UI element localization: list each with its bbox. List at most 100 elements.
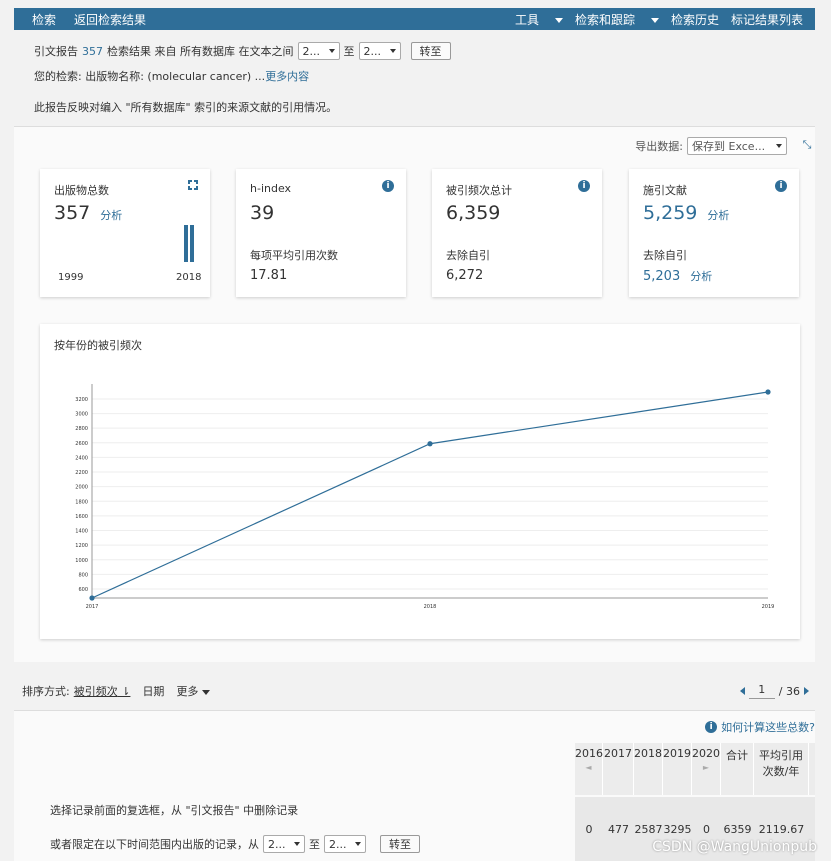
range-note: 或者限定在以下时间范围内出版的记录，从 2... 至 2... 转至 <box>50 835 420 853</box>
year-from-value: 2... <box>302 44 321 58</box>
y-tick-label: 1200 <box>75 543 88 549</box>
pager: 1 / 36 <box>739 683 809 699</box>
card-sub-label: 去除自引 <box>643 249 687 262</box>
card-citing-articles: 施引文献 i 5,259 分析 去除自引 5,203 分析 <box>629 169 799 297</box>
y-tick-label: 1000 <box>75 558 88 564</box>
nav-tools-label: 工具 <box>514 12 539 27</box>
range-to-value: 2... <box>329 837 347 851</box>
y-tick-label: 600 <box>78 587 88 593</box>
y-tick-label: 1800 <box>75 499 88 505</box>
cited-no-self-value: 6,272 <box>446 268 484 283</box>
citing-no-self-value[interactable]: 5,203 <box>643 269 680 284</box>
citations-line-chart: 600 800 1000 1200 1400 1600 1800 2000 2200 2400 26… <box>75 384 775 610</box>
range-go-button[interactable]: 转至 <box>380 835 420 853</box>
year-from-select[interactable]: 2... <box>297 42 340 60</box>
chevron-down-icon <box>202 689 211 695</box>
table-cell: 2119.67 <box>758 822 805 836</box>
report-prefix: 引文报告 <box>34 45 78 58</box>
info-icon[interactable]: i <box>578 180 590 192</box>
citing-value[interactable]: 5,259 <box>643 202 697 224</box>
nav-tools-menu[interactable]: 工具 <box>515 11 563 28</box>
nav-search-track-menu[interactable]: 检索和跟踪 <box>575 11 659 28</box>
table-header: 2016 ◄ 2017 2018 2019 2020 ► 合计 平均引用次数/年 <box>575 743 815 795</box>
report-header: 引文报告 357 检索结果 来自 所有数据库 在文本之间 2... 至 2...… <box>14 30 815 126</box>
export-control: 导出数据: 保存到 Exce... <box>635 137 791 155</box>
chevron-down-icon <box>294 842 300 846</box>
nav-back-link[interactable]: 返回检索结果 <box>74 11 146 28</box>
next-year-icon[interactable]: ► <box>703 763 709 772</box>
page-input[interactable]: 1 <box>748 683 775 699</box>
table-cell: 477 <box>608 822 629 836</box>
sort-by-date[interactable]: 日期 <box>142 683 164 699</box>
expand-icon[interactable] <box>187 179 201 193</box>
card-title: 被引频次总计 <box>446 184 512 197</box>
data-point <box>765 389 771 395</box>
nav-marked-link[interactable]: 标记结果列表 <box>731 11 803 28</box>
y-tick-label: 3200 <box>75 397 88 403</box>
year-col-2020: 2020 ► <box>692 743 721 795</box>
sort-by-cited[interactable]: 被引频次 ⇂ <box>74 683 131 699</box>
report-summary-line: 引文报告 357 检索结果 来自 所有数据库 在文本之间 2... 至 2...… <box>34 42 451 60</box>
nav-search-track-label: 检索和跟踪 <box>574 12 635 27</box>
analyze-link[interactable]: 分析 <box>707 209 729 222</box>
year-header: 2019 <box>663 743 692 795</box>
analyze-link[interactable]: 分析 <box>100 209 122 222</box>
times-cited-value: 6,359 <box>446 202 501 224</box>
x-tick-label: 2018 <box>424 604 437 610</box>
nav-search-link[interactable]: 检索 <box>32 11 56 28</box>
y-tick-label: 1600 <box>75 514 88 520</box>
sort-more-label: 更多 <box>176 685 199 698</box>
x-tick-label: 2017 <box>86 604 99 610</box>
y-tick-label: 800 <box>78 572 88 578</box>
year-to-value: 2... <box>363 44 382 58</box>
data-point <box>427 441 433 447</box>
hindex-value: 39 <box>250 202 275 224</box>
report-mid-text: 检索结果 来自 所有数据库 在文本之间 <box>107 45 294 58</box>
mini-bar-chart <box>184 225 194 262</box>
range-to-select[interactable]: 2... <box>324 835 366 853</box>
watermark: CSDN @WangUnionpub <box>652 839 817 855</box>
chart-title: 按年份的被引频次 <box>54 339 142 352</box>
range-from-select[interactable]: 2... <box>263 835 305 853</box>
query-line: 您的检索: 出版物名称: (molecular cancer) ...更多内容 <box>34 68 309 84</box>
result-count: 357 <box>82 44 103 58</box>
prev-year-icon[interactable]: ◄ <box>585 763 591 772</box>
go-button[interactable]: 转至 <box>410 42 451 60</box>
sort-more-menu[interactable]: 更多 <box>176 683 211 699</box>
chevron-down-icon <box>650 17 659 23</box>
report-note: 此报告反映对编入 "所有数据库" 索引的来源文献的引用情况。 <box>34 101 338 114</box>
year-to-select[interactable]: 2... <box>358 42 401 60</box>
export-select[interactable]: 保存到 Exce... <box>687 137 787 155</box>
total-header: 合计 <box>721 743 754 795</box>
year-header: 2020 <box>692 747 720 760</box>
export-value: 保存到 Exce... <box>692 140 766 153</box>
collapse-icon[interactable]: ⤡ <box>801 139 813 151</box>
card-sub-label: 去除自引 <box>446 249 490 262</box>
y-tick-label: 2200 <box>75 470 88 476</box>
avg-citations-value: 17.81 <box>250 268 288 283</box>
table-cell: 0 <box>703 822 710 836</box>
info-icon[interactable]: i <box>382 180 394 192</box>
year-end-label: 2018 <box>176 272 202 283</box>
report-content: 导出数据: 保存到 Exce... ⤡ 出版物总数 357 分析 1999 201… <box>14 126 815 662</box>
to-label: 至 <box>343 45 355 58</box>
analyze-link[interactable]: 分析 <box>690 270 712 283</box>
to-label: 至 <box>309 838 320 851</box>
y-tick-label: 2000 <box>75 485 88 491</box>
prev-page-icon[interactable] <box>739 687 745 695</box>
table-cell: 3295 <box>663 822 692 836</box>
x-tick-label: 2019 <box>762 604 775 610</box>
info-icon[interactable]: i <box>775 180 787 192</box>
avg-header: 平均引用次数/年 <box>754 743 809 795</box>
y-tick-label: 2600 <box>75 441 88 447</box>
more-content-link[interactable]: 更多内容 <box>265 70 309 83</box>
remove-note: 选择记录前面的复选框，从 "引文报告" 中删除记录 <box>50 804 299 817</box>
how-calc-link[interactable]: i 如何计算这些总数? <box>705 719 815 735</box>
sort-bar: 排序方式: 被引频次 ⇂ 日期 更多 1 / 36 <box>14 676 815 706</box>
card-times-cited: 被引频次总计 i 6,359 去除自引 6,272 <box>432 169 602 297</box>
year-start-label: 1999 <box>58 272 84 283</box>
top-nav-bar: 检索 返回检索结果 工具 检索和跟踪 检索历史 标记结果列表 <box>14 8 815 30</box>
nav-history-link[interactable]: 检索历史 <box>671 11 719 28</box>
data-point <box>89 595 95 601</box>
next-page-icon[interactable] <box>804 687 809 695</box>
